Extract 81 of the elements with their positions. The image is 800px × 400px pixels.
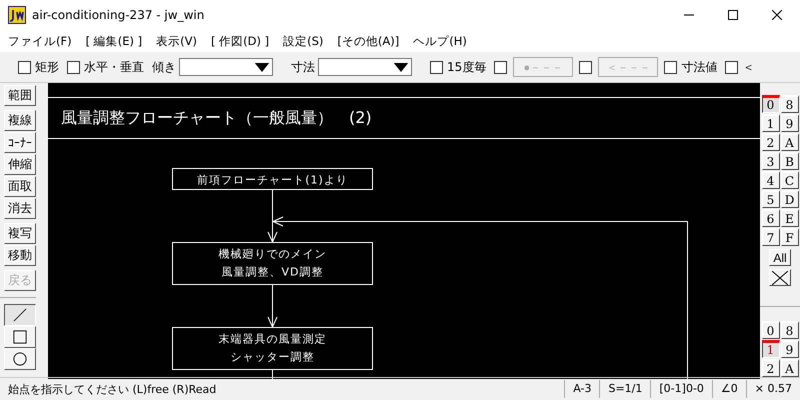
flowchart-text: 末端器具の風量測定: [218, 332, 326, 346]
line-tool-icon: [13, 308, 27, 322]
layer-button[interactable]: F: [780, 228, 798, 246]
window-title: air-conditioning-237 - jw_win: [32, 8, 204, 22]
layer-group-button[interactable]: 9: [780, 340, 798, 358]
flowchart-text: シャッター調整: [230, 350, 314, 364]
dropdown-field[interactable]: [318, 58, 412, 76]
layer-button[interactable]: 8: [780, 95, 798, 113]
menu-item[interactable]: [その他(A)]: [337, 34, 400, 48]
checkbox-label: 15度毎: [447, 58, 486, 76]
dropdown-field[interactable]: [179, 58, 273, 76]
layer-group-button[interactable]: 2: [762, 359, 780, 377]
layer-group-button[interactable]: 1: [762, 340, 780, 358]
flowchart-text: 前項フローチャート(1)より: [197, 174, 348, 186]
layer-group-button[interactable]: 0: [762, 321, 780, 339]
tool-button[interactable]: 消去: [4, 198, 36, 219]
layer-button[interactable]: 6: [762, 209, 780, 227]
menu-item[interactable]: ファイル(F): [8, 34, 72, 48]
tool-button[interactable]: 複線: [4, 110, 36, 131]
menu-item[interactable]: ヘルプ(H): [413, 34, 467, 48]
menu-item[interactable]: [ 作図(D) ]: [210, 34, 270, 48]
flowchart-text: 機械廻りでのメイン: [218, 248, 326, 260]
tool-button[interactable]: 複写: [4, 223, 36, 244]
layer-button[interactable]: 4: [762, 171, 780, 189]
layer-button[interactable]: B: [780, 152, 798, 170]
draw-tool-button[interactable]: [4, 304, 36, 326]
tool-button[interactable]: 移動: [4, 245, 36, 266]
status-message: 始点を指示してください (L)free (R)Read: [7, 382, 218, 396]
tool-button[interactable]: ｺｰﾅｰ: [4, 132, 36, 153]
combo-label: 傾き: [152, 58, 176, 76]
maximize-icon[interactable]: [728, 10, 738, 20]
checkbox[interactable]: [67, 60, 80, 74]
checkbox[interactable]: [494, 60, 508, 74]
checkbox-label: ＜: [742, 58, 754, 76]
layer-button[interactable]: 5: [762, 190, 780, 208]
tool-button[interactable]: 伸縮: [4, 154, 36, 175]
status-field: ∠0: [712, 380, 746, 398]
close-icon[interactable]: [772, 10, 782, 20]
checkbox[interactable]: [664, 60, 678, 74]
layer-button[interactable]: 9: [780, 114, 798, 132]
drawing-title: 風量調整フローチャート（一般風量） (2): [61, 108, 372, 127]
layer-group-button[interactable]: A: [780, 359, 798, 377]
app-logo-icon: [8, 6, 26, 24]
checkbox[interactable]: [430, 60, 443, 74]
layer-button[interactable]: 3: [762, 152, 780, 170]
layer-button[interactable]: 0: [762, 95, 780, 113]
status-field: S=1/1: [599, 380, 650, 398]
flow-arrow: [268, 189, 278, 244]
layer-button[interactable]: 7: [762, 228, 780, 246]
menu-item[interactable]: 設定(S): [283, 34, 324, 48]
flow-line: [272, 369, 273, 379]
layer-button[interactable]: E: [780, 209, 798, 227]
layer-button[interactable]: 2: [762, 133, 780, 151]
status-field: A-3: [564, 380, 600, 398]
checkbox-label: 水平・垂直: [84, 58, 144, 76]
checkbox[interactable]: [18, 60, 31, 74]
all-layers-button[interactable]: All: [769, 249, 791, 266]
tool-button[interactable]: 面取: [4, 176, 36, 197]
status-field: [0-1]0-0: [650, 380, 712, 398]
layer-button[interactable]: 1: [762, 114, 780, 132]
layer-button[interactable]: C: [780, 171, 798, 189]
layer-button[interactable]: D: [780, 190, 798, 208]
clear-layers-button[interactable]: [769, 269, 791, 286]
flow-arrow: [268, 284, 278, 328]
combo-label: 寸法: [291, 58, 315, 76]
layer-group-button[interactable]: 8: [780, 321, 798, 339]
menu-item[interactable]: [ 編集(E) ]: [86, 34, 142, 48]
rectangle-tool-icon: [13, 330, 27, 344]
checkbox[interactable]: [725, 60, 738, 74]
circle-tool-icon: [13, 352, 27, 366]
layer-button[interactable]: A: [780, 133, 798, 151]
tool-button[interactable]: 範囲: [4, 85, 36, 106]
status-field: × 0.57: [746, 380, 800, 398]
checkbox[interactable]: [579, 60, 592, 74]
checkbox-label: 寸法値: [681, 58, 718, 76]
cross-icon: [772, 270, 788, 284]
dropdown-arrow-icon: [252, 62, 272, 72]
checkbox-label: 矩形: [35, 58, 59, 76]
menu-item[interactable]: 表示(V): [156, 34, 197, 48]
flowchart-text: 風量調整、VD調整: [222, 266, 324, 278]
dropdown-arrow-icon: [391, 62, 411, 72]
